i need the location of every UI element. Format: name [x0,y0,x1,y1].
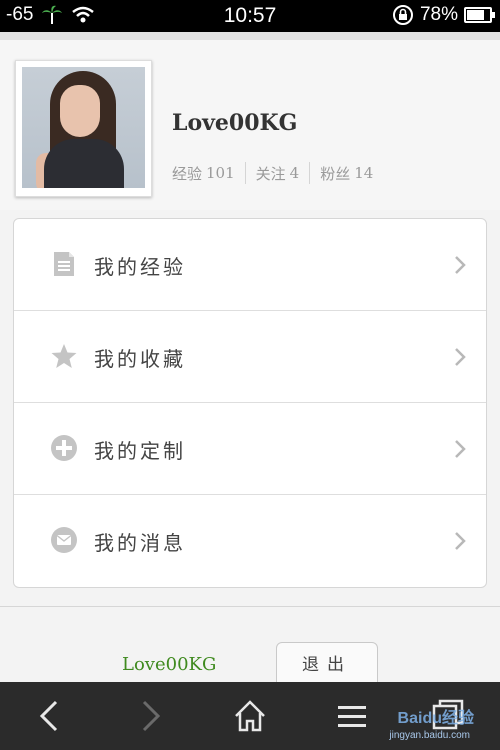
battery-icon [464,7,495,23]
battery-percent: 78% [419,4,458,25]
stat-experience[interactable]: 经验 101 [172,163,235,184]
chevron-right-icon [455,348,466,366]
header-gap [0,32,500,40]
profile-header: Love00KG 经验 101 关注 4 粉丝 14 [0,40,500,210]
stat-value: 4 [289,164,300,182]
stat-label: 经验 [172,164,203,183]
menu-item-my-favorites[interactable]: 我的收藏 [14,311,486,403]
stat-following[interactable]: 关注 4 [256,163,300,184]
chevron-right-icon [455,440,466,458]
back-icon[interactable] [30,696,70,736]
stat-label: 粉丝 [320,164,351,183]
status-bar: -65 10:57 78% [0,0,500,32]
profile-username: Love00KG [172,110,298,136]
avatar[interactable] [15,60,152,197]
menu-item-my-custom[interactable]: 我的定制 [14,403,486,495]
star-icon [51,344,77,368]
footer-username-link[interactable]: Love00KG [122,654,216,675]
menu-item-my-messages[interactable]: 我的消息 [14,495,486,586]
plus-circle-icon [51,435,77,461]
stat-followers[interactable]: 粉丝 14 [320,163,373,184]
stat-value: 14 [354,164,374,182]
chevron-right-icon [455,256,466,274]
forward-icon[interactable] [130,696,170,736]
avatar-photo [22,67,145,188]
envelope-icon [51,527,77,553]
section-divider [0,606,500,607]
stat-label: 关注 [255,164,286,183]
home-icon[interactable] [230,696,270,736]
stat-value: 101 [206,164,235,182]
chevron-right-icon [455,532,466,550]
watermark-url: jingyan.baidu.com [389,730,470,741]
profile-stats: 经验 101 关注 4 粉丝 14 [172,162,373,184]
stat-divider [244,162,246,184]
menu-list: 我的经验 我的收藏 我的定制 我的消息 [13,218,487,588]
stat-divider [309,162,311,184]
watermark-logo: Baidu经验 [397,710,474,727]
rotation-lock-icon [392,5,413,25]
bottom-navigation: Baidu经验 jingyan.baidu.com [0,682,500,750]
battery-fill [467,10,484,20]
menu-item-my-experience[interactable]: 我的经验 [14,219,486,311]
menu-item-label: 我的定制 [94,439,186,463]
menu-item-label: 我的经验 [94,255,186,279]
menu-icon[interactable] [332,696,372,736]
document-icon [54,252,74,276]
menu-item-label: 我的收藏 [94,347,186,371]
menu-item-label: 我的消息 [94,531,186,555]
status-right: 78% [392,4,495,26]
